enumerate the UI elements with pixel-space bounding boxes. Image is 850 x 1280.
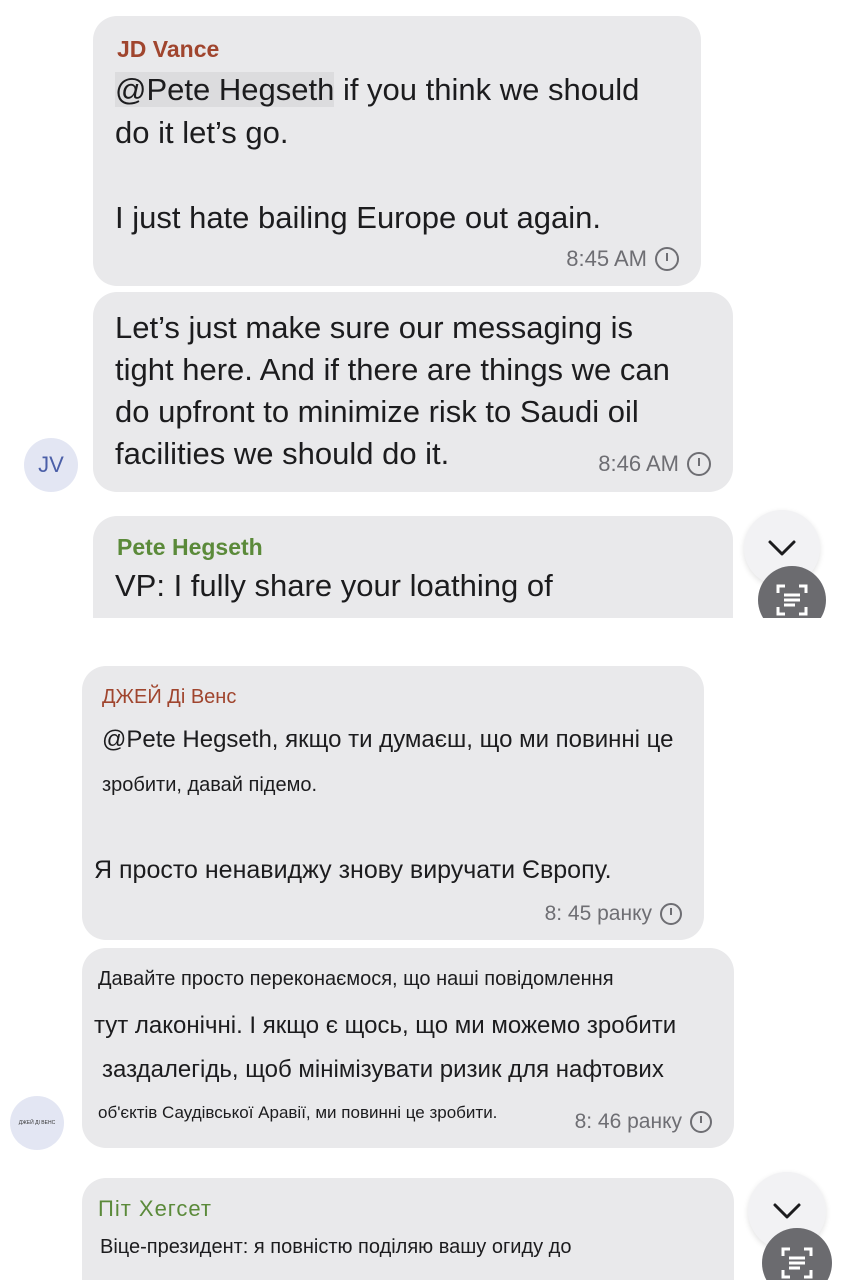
chevron-down-icon bbox=[768, 540, 796, 556]
message-text: Віце-президент: я повністю поділяю вашу … bbox=[100, 1236, 572, 1258]
clock-icon bbox=[690, 1111, 712, 1133]
chevron-down-icon bbox=[773, 1203, 801, 1219]
message-bubble[interactable]: Давайте просто переконаємося, що наші по… bbox=[82, 948, 734, 1148]
message-bubble[interactable]: Pete Hegseth VP: I fully share your loat… bbox=[93, 516, 733, 618]
message-timestamp: 8:45 AM bbox=[566, 246, 679, 272]
message-text: Давайте просто переконаємося, що наші по… bbox=[98, 968, 614, 990]
message-text: зробити, давай підемо. bbox=[102, 774, 318, 796]
message-text: Let’s just make sure our messaging is bbox=[115, 310, 634, 345]
sender-name: Піт Хегсет bbox=[98, 1196, 212, 1221]
avatar[interactable]: JV bbox=[24, 438, 78, 492]
sender-name: JD Vance bbox=[117, 36, 220, 62]
message-text: do upfront to minimize risk to Saudi oil bbox=[115, 394, 639, 429]
message-text: do it let’s go. bbox=[115, 115, 289, 150]
message-text: @Pete Hegseth if you think we should bbox=[115, 72, 640, 107]
scan-text-icon bbox=[781, 1247, 813, 1279]
sender-name: Pete Hegseth bbox=[117, 534, 263, 560]
message-text: I just hate bailing Europe out again. bbox=[115, 200, 602, 235]
avatar[interactable]: ДЖЕЙ ДІ ВЕНС bbox=[10, 1096, 64, 1150]
message-text: @Pete Hegseth, якщо ти думаєш, що ми пов… bbox=[102, 726, 674, 753]
chat-panel-english: JD Vance @Pete Hegseth if you think we s… bbox=[0, 0, 850, 618]
scan-text-icon bbox=[776, 584, 808, 616]
message-bubble[interactable]: JD Vance @Pete Hegseth if you think we s… bbox=[93, 16, 701, 286]
message-bubble[interactable]: Піт Хегсет Віце-президент: я повністю по… bbox=[82, 1178, 734, 1280]
message-text: Я просто ненавиджу знову виручати Європу… bbox=[94, 856, 612, 884]
clock-icon bbox=[687, 452, 711, 476]
clock-icon bbox=[655, 247, 679, 271]
message-timestamp: 8: 46 ранку bbox=[575, 1110, 712, 1134]
chat-panel-ukrainian: ДЖЕЙ Ді Венс @Pete Hegseth, якщо ти дума… bbox=[0, 640, 850, 1280]
clock-icon bbox=[660, 903, 682, 925]
message-text: tight here. And if there are things we c… bbox=[115, 352, 670, 387]
message-timestamp: 8:46 AM bbox=[598, 451, 711, 477]
message-timestamp: 8: 45 ранку bbox=[545, 902, 682, 926]
message-text: об'єктів Саудівської Аравії, ми повинні … bbox=[98, 1103, 498, 1122]
message-text: VP: I fully share your loathing of bbox=[115, 568, 553, 603]
sender-name: ДЖЕЙ Ді Венс bbox=[102, 686, 237, 708]
mention-tag[interactable]: @Pete Hegseth bbox=[115, 72, 335, 107]
message-bubble[interactable]: Let’s just make sure our messaging is ti… bbox=[93, 292, 733, 492]
message-bubble[interactable]: ДЖЕЙ Ді Венс @Pete Hegseth, якщо ти дума… bbox=[82, 666, 704, 940]
message-text: facilities we should do it. bbox=[115, 436, 450, 471]
message-text: заздалегідь, щоб мінімізувати ризик для … bbox=[102, 1056, 664, 1083]
scan-text-button[interactable] bbox=[758, 566, 826, 618]
message-text: тут лаконічні. І якщо є щось, що ми може… bbox=[94, 1012, 677, 1039]
